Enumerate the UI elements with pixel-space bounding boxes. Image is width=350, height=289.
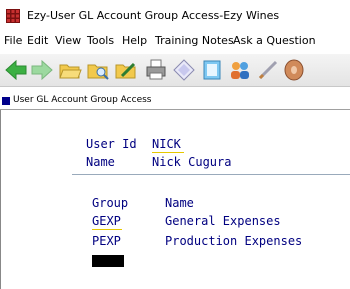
user-id-label: User Id: [86, 137, 137, 151]
title-bar: Ezy-User GL Account Group Access-Ezy Win…: [0, 0, 350, 32]
toolbar: [0, 54, 350, 87]
user-id-underline: [152, 152, 184, 153]
print-icon[interactable]: [144, 58, 168, 82]
diamond-icon[interactable]: [172, 58, 196, 82]
notes-icon[interactable]: [200, 58, 224, 82]
menu-view[interactable]: View: [55, 34, 81, 47]
pen-icon[interactable]: [256, 58, 280, 82]
forward-arrow-icon[interactable]: [30, 58, 54, 82]
new-row-input-cursor[interactable]: [92, 255, 124, 267]
menu-tools[interactable]: Tools: [87, 34, 114, 47]
window-title: Ezy-User GL Account Group Access-Ezy Win…: [27, 9, 280, 22]
name-cell: Production Expenses: [165, 234, 303, 248]
disc-icon[interactable]: [282, 58, 306, 82]
back-arrow-icon[interactable]: [4, 58, 28, 82]
group-cell[interactable]: GEXP: [92, 214, 121, 228]
window-icon: [2, 97, 10, 105]
group-underline: [92, 229, 122, 230]
left-border: [0, 110, 1, 289]
users-icon[interactable]: [228, 58, 252, 82]
folder-open-icon[interactable]: [58, 58, 82, 82]
name-label: Name: [86, 155, 115, 169]
folder-edit-icon[interactable]: [114, 58, 138, 82]
menu-edit[interactable]: Edit: [27, 34, 48, 47]
name-cell: General Expenses: [165, 214, 281, 228]
user-id-field[interactable]: NICK: [152, 137, 181, 151]
table-row[interactable]: GEXP General Expenses: [92, 214, 350, 232]
menu-ask-a-question[interactable]: Ask a Question: [233, 34, 316, 47]
name-column-header: Name: [165, 196, 194, 210]
name-field: Nick Cugura: [152, 155, 232, 169]
group-cell[interactable]: PEXP: [92, 234, 121, 248]
menu-training-notes[interactable]: Training Notes: [155, 34, 234, 47]
app-grid-icon: [6, 9, 20, 23]
menu-file[interactable]: File: [4, 34, 22, 47]
document-tab[interactable]: User GL Account Group Access: [0, 95, 350, 110]
table-row[interactable]: PEXP Production Expenses: [92, 234, 350, 252]
menu-help[interactable]: Help: [122, 34, 147, 47]
document-tab-label: User GL Account Group Access: [13, 95, 152, 105]
group-column-header: Group: [92, 196, 129, 210]
menu-bar: File Edit View Tools Help Training Notes…: [0, 34, 350, 54]
section-divider: [72, 174, 350, 175]
folder-search-icon[interactable]: [86, 58, 110, 82]
